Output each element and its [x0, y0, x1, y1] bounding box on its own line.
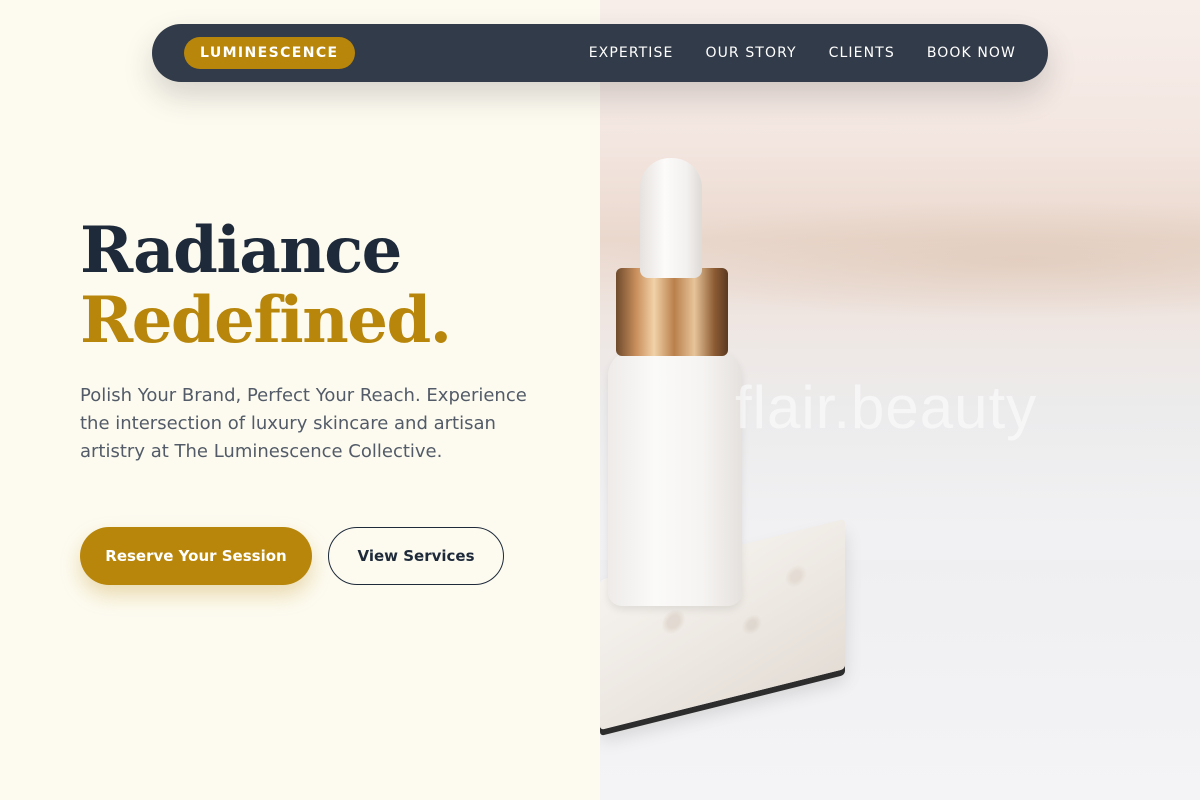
headline-line-2: Redefined.: [80, 283, 452, 358]
dropper-bulb: [640, 158, 702, 278]
headline-line-1: Radiance: [80, 213, 402, 288]
hero-actions: Reserve Your Session View Services: [80, 527, 504, 585]
gold-collar: [616, 268, 728, 356]
hero-photo: flair.beauty: [600, 0, 1200, 800]
nav-link-our-story[interactable]: OUR STORY: [705, 45, 796, 61]
nav-links: EXPERTISE OUR STORY CLIENTS BOOK NOW: [589, 45, 1016, 61]
view-services-button[interactable]: View Services: [328, 527, 504, 585]
nav-link-book-now[interactable]: BOOK NOW: [927, 45, 1016, 61]
hero-description: Polish Your Brand, Perfect Your Reach. E…: [80, 385, 527, 462]
nav-link-clients[interactable]: CLIENTS: [829, 45, 895, 61]
hero-headline: Radiance Redefined.: [80, 216, 560, 356]
reserve-session-button[interactable]: Reserve Your Session: [80, 527, 312, 585]
hero-section: Radiance Redefined. Polish Your Brand, P…: [80, 216, 560, 466]
nav-link-expertise[interactable]: EXPERTISE: [589, 45, 674, 61]
photo-watermark: flair.beauty: [735, 374, 1038, 441]
serum-bottle: [608, 350, 742, 606]
top-navigation: LUMINESCENCE EXPERTISE OUR STORY CLIENTS…: [152, 24, 1048, 82]
brand-logo[interactable]: LUMINESCENCE: [184, 37, 355, 69]
